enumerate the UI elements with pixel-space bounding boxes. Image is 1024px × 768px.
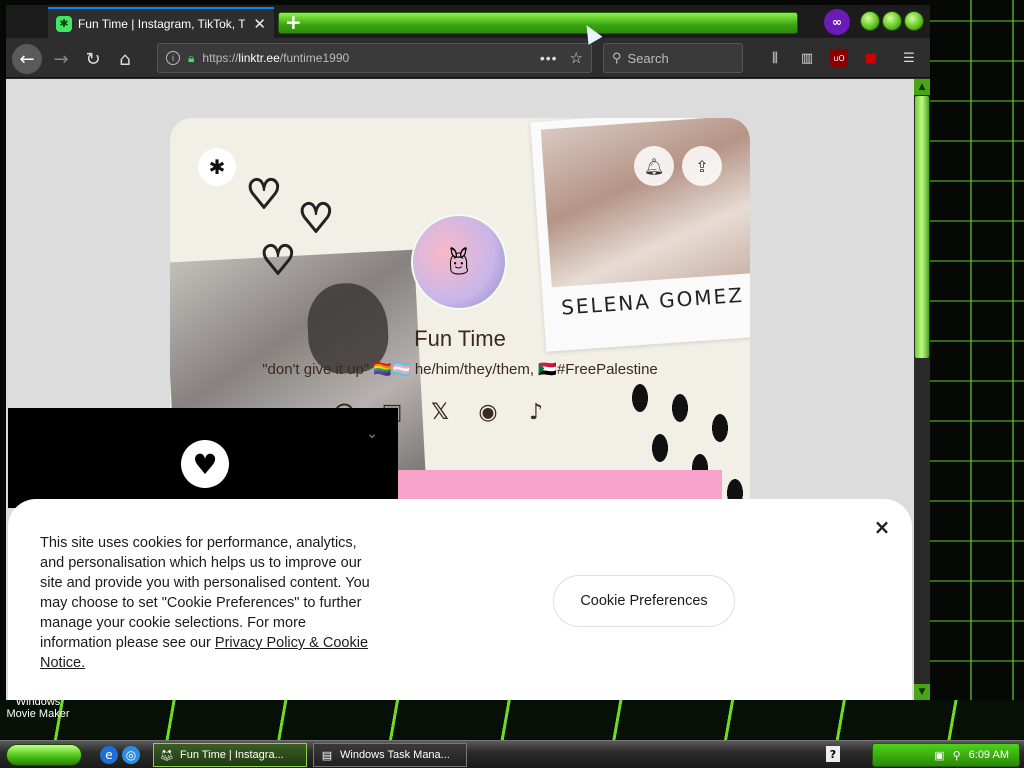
help-icon[interactable]: ?	[826, 746, 840, 762]
scroll-down-arrow[interactable]: ▼	[914, 684, 930, 700]
lock-icon: 🔒︎	[188, 50, 195, 65]
taskbar: e ◎ 🦊︎ Fun Time | Instagra... ▤ Windows …	[0, 740, 1024, 768]
cookie-text: This site uses cookies for performance, …	[40, 535, 370, 671]
search-placeholder: Search	[627, 50, 669, 66]
start-button[interactable]	[6, 744, 82, 766]
new-tab-button[interactable]: +	[285, 10, 302, 34]
back-button[interactable]: ←	[12, 44, 42, 74]
nav-toolbar: ← → ↻ ⌂ i 🔒︎ https://linktr.ee/funtime19…	[6, 38, 930, 78]
private-browsing-icon: ∞	[824, 9, 850, 35]
linktree-icon: ✱	[56, 15, 72, 32]
browser-window: ✱ Fun Time | Instagram, TikTok, Twitch ✕…	[6, 5, 930, 700]
system-tray: ▣ ⚲ 6:09 AM	[872, 743, 1020, 767]
taskbar-item-label: Windows Task Mana...	[340, 749, 450, 761]
github-icon[interactable]: ◉	[474, 398, 502, 426]
heart-doodle: ♡	[297, 195, 335, 243]
polaroid-caption: SELENA GOMEZ	[560, 282, 745, 320]
library-icon[interactable]: ⫼	[766, 49, 784, 67]
tab-bar: ✱ Fun Time | Instagram, TikTok, Twitch ✕…	[6, 5, 930, 38]
url-bar[interactable]: i 🔒︎ https://linktr.ee/funtime1990 ••• ☆	[157, 43, 592, 73]
internet-explorer-icon[interactable]: e	[100, 746, 118, 764]
polaroid-image	[540, 118, 750, 288]
linktree-logo-button[interactable]: ✱	[198, 148, 236, 186]
app-icon: 🦊︎	[160, 749, 174, 762]
desktop-wallpaper-floor	[0, 700, 1024, 740]
task-manager-icon: ▤	[321, 749, 333, 762]
x-icon[interactable]: 𝕏	[426, 398, 454, 426]
close-icon[interactable]: ×	[872, 515, 892, 539]
tab-title: Fun Time | Instagram, TikTok, Twitch	[77, 16, 245, 31]
video-overlay[interactable]: ♥ ⌄	[8, 408, 398, 508]
sidebar-icon[interactable]: ▥	[798, 49, 816, 67]
avatar: 👯︎	[411, 214, 507, 310]
chevron-down-icon[interactable]: ⌄	[366, 426, 378, 442]
bell-icon[interactable]: 🔔︎	[634, 146, 674, 186]
link-button[interactable]	[398, 470, 722, 500]
url-text: https://linktr.ee/funtime1990	[202, 51, 350, 65]
network-icon[interactable]: ▣	[934, 749, 944, 762]
minimize-button[interactable]	[860, 11, 880, 31]
taskbar-item-firefox[interactable]: 🦊︎ Fun Time | Instagra...	[153, 743, 307, 767]
tab-active[interactable]: ✱ Fun Time | Instagram, TikTok, Twitch ✕	[48, 7, 274, 38]
scrollbar[interactable]: ▲ ▼	[914, 79, 930, 700]
tiktok-icon[interactable]: ♪	[522, 398, 550, 426]
share-icon[interactable]: ⇪	[682, 146, 722, 186]
info-icon[interactable]: i	[166, 51, 180, 65]
bookmark-star-icon[interactable]: ☆	[570, 49, 583, 67]
search-tray-icon[interactable]: ⚲	[953, 749, 961, 762]
browser-quicklaunch-icon[interactable]: ◎	[122, 746, 140, 764]
tab-strip-empty: +	[278, 10, 798, 34]
search-icon: ⚲	[612, 50, 622, 65]
profile-bio: "don't give it up" 🏳️‍🌈🏳️‍⚧️ he/him/they…	[262, 361, 658, 378]
taskbar-item-label: Fun Time | Instagra...	[180, 749, 284, 761]
ublock-icon[interactable]: uO	[830, 49, 848, 67]
heart-icon[interactable]: ♥	[181, 440, 229, 488]
home-button[interactable]: ⌂	[110, 44, 140, 74]
menu-icon[interactable]: ☰	[900, 49, 918, 67]
taskbar-item-task-manager[interactable]: ▤ Windows Task Mana...	[313, 743, 467, 767]
desktop-wallpaper	[930, 0, 1024, 740]
profile-name: Fun Time	[414, 326, 506, 351]
close-window-button[interactable]	[904, 11, 924, 31]
heart-doodle: ♡	[245, 171, 283, 219]
clock[interactable]: 6:09 AM	[969, 749, 1009, 761]
page-actions-icon[interactable]: •••	[540, 50, 558, 66]
extension-icon[interactable]: ■	[862, 49, 880, 67]
close-icon[interactable]: ✕	[253, 15, 266, 33]
heart-doodle: ♡	[259, 237, 297, 285]
search-input[interactable]: ⚲ Search	[603, 43, 743, 73]
page-viewport: SELENA GOMEZ ♡ ♡ ♡ ✱ 🔔︎ ⇪ 👯︎ Fun Time "d…	[6, 79, 914, 700]
cookie-banner: This site uses cookies for performance, …	[8, 499, 912, 700]
scroll-up-arrow[interactable]: ▲	[914, 79, 930, 95]
maximize-button[interactable]	[882, 11, 902, 31]
reload-button[interactable]: ↻	[78, 44, 108, 74]
cookie-preferences-button[interactable]: Cookie Preferences	[553, 575, 735, 627]
forward-button[interactable]: →	[46, 44, 76, 74]
scroll-thumb[interactable]	[915, 96, 929, 358]
